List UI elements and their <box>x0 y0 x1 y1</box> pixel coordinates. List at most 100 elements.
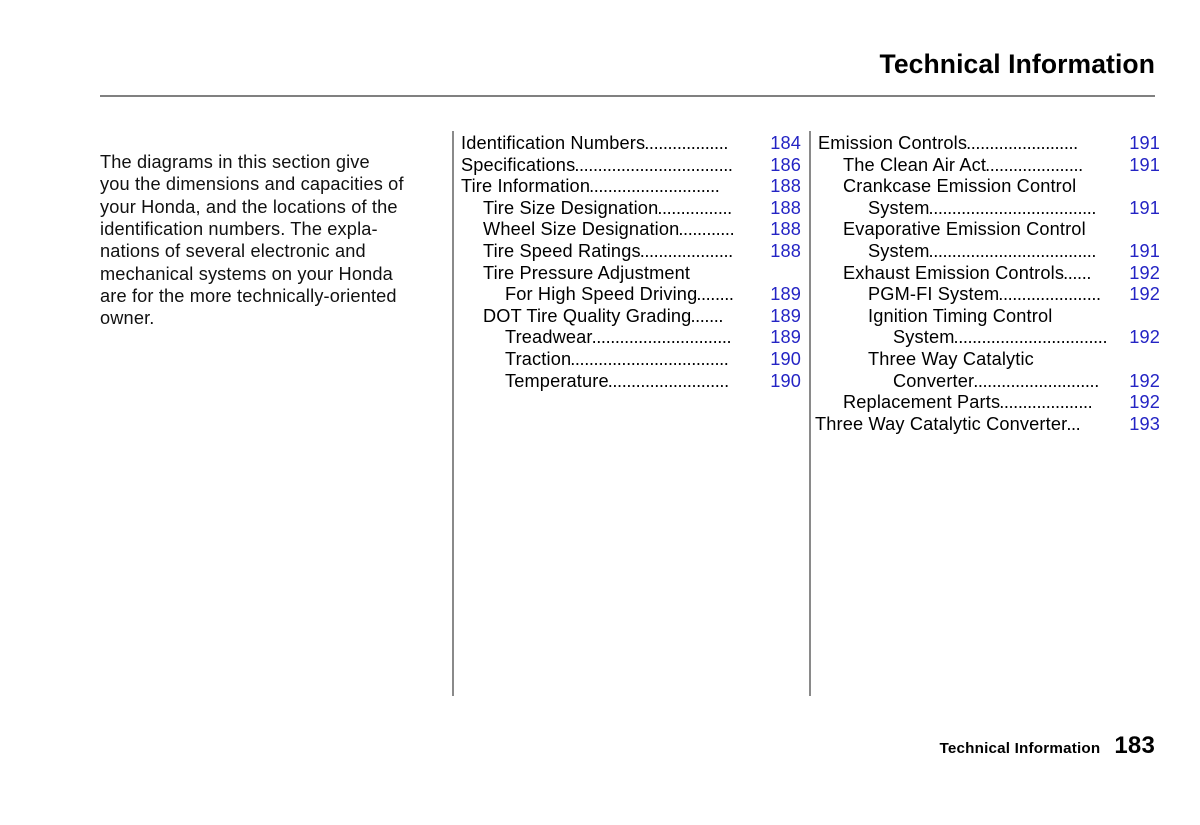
toc-entry[interactable]: Replacement Parts.................... 192 <box>818 392 1160 414</box>
toc-entry[interactable]: Temperature.......................... 190 <box>461 371 801 393</box>
toc-entry-label: Treadwear <box>505 327 593 348</box>
toc-entry-page-number: 191 <box>1129 197 1160 218</box>
toc-entry[interactable]: For High Speed Driving........ 189 <box>461 284 801 306</box>
toc-column-first: Identification Numbers..................… <box>461 133 801 392</box>
toc-entry-page-number: 192 <box>1129 262 1160 283</box>
toc-entry[interactable]: Tire Size Designation................ 188 <box>461 198 801 220</box>
toc-entry-label: PGM-FI System <box>868 284 1000 305</box>
toc-list: Identification Numbers..................… <box>461 133 801 392</box>
toc-entry-label: DOT Tire Quality Grading <box>483 305 692 326</box>
toc-entry-page-number: 191 <box>1129 240 1160 261</box>
toc-entry-page-number: 188 <box>770 176 801 197</box>
toc-entry[interactable]: Tire Pressure Adjustment <box>461 263 801 285</box>
toc-entry[interactable]: System..................................… <box>818 198 1160 220</box>
toc-column-second: Emission Controls.......................… <box>815 133 1160 436</box>
toc-dot-leader: ...................... <box>998 284 1101 305</box>
toc-entry-label: Specifications <box>461 154 576 175</box>
toc-dot-leader: ................ <box>657 197 732 218</box>
toc-entry-label: Tire Pressure Adjustment <box>483 262 691 283</box>
toc-entry-label: System <box>868 240 930 261</box>
toc-entry-label: Wheel Size Designation <box>483 219 680 240</box>
toc-dot-leader: ........ <box>696 284 734 305</box>
toc-entry[interactable]: DOT Tire Quality Grading....... 189 <box>461 306 801 328</box>
toc-dot-leader: .................. <box>644 133 729 153</box>
page-title: Technical Information <box>879 49 1155 79</box>
toc-entry-label: Exhaust Emission Controls <box>843 262 1065 283</box>
toc-entry-label: Tire Size Designation <box>483 197 659 218</box>
footer-page-number: 183 <box>1114 732 1155 759</box>
intro-paragraph: The diagrams in this section give you th… <box>100 152 404 329</box>
toc-dot-leader: ...... <box>1063 262 1091 283</box>
toc-entry[interactable]: System..................................… <box>818 241 1160 263</box>
toc-entry-label: Three Way Catalytic Converter <box>815 413 1068 434</box>
toc-entry-label: Emission Controls <box>818 133 968 153</box>
footer-content: Technical Information 183 <box>939 732 1155 760</box>
toc-entry-page-number: 189 <box>770 305 801 326</box>
toc-dot-leader: ............ <box>678 219 735 240</box>
toc-entry[interactable]: Specifications..........................… <box>461 155 801 177</box>
toc-entry-label: Identification Numbers <box>461 133 646 153</box>
toc-entry[interactable]: Evaporative Emission Control <box>818 219 1160 241</box>
toc-entry-label: The Clean Air Act <box>843 154 987 175</box>
toc-entry-label: Tire Information <box>461 176 591 197</box>
toc-entry[interactable]: Tire Information........................… <box>461 176 801 198</box>
toc-dot-leader: .............................. <box>591 327 732 348</box>
toc-entry[interactable]: System................................. 1… <box>818 327 1160 349</box>
toc-dot-leader: ............................ <box>589 176 720 197</box>
toc-entry-page-number: 192 <box>1129 392 1160 413</box>
toc-entry[interactable]: Ignition Timing Control <box>818 306 1160 328</box>
toc-entry-page-number: 188 <box>770 219 801 240</box>
toc-dot-leader: ................................. <box>953 327 1108 348</box>
toc-entry-page-number: 191 <box>1129 154 1160 175</box>
toc-dot-leader: .................................... <box>928 240 1097 261</box>
toc-entry-label: System <box>893 327 955 348</box>
toc-entry-label: Temperature <box>505 370 609 391</box>
toc-entry-page-number: 189 <box>770 284 801 305</box>
toc-dot-leader: ....... <box>690 305 724 326</box>
toc-entry-page-number: 188 <box>770 240 801 261</box>
toc-dot-leader: .......................... <box>607 370 729 391</box>
toc-entry-page-number: 190 <box>770 348 801 369</box>
toc-entry[interactable]: Converter........................... 192 <box>818 371 1160 393</box>
toc-dot-leader: .................... <box>999 392 1093 413</box>
toc-entry[interactable]: Crankcase Emission Control <box>818 176 1160 198</box>
toc-entry-page-number: 184 <box>770 133 801 153</box>
toc-entry[interactable]: PGM-FI System...................... 192 <box>818 284 1160 306</box>
toc-dot-leader: ... <box>1066 413 1081 434</box>
toc-dot-leader: ........................ <box>966 133 1078 153</box>
toc-entry-page-number: 192 <box>1129 284 1160 305</box>
toc-entry[interactable]: Treadwear.............................. 1… <box>461 327 801 349</box>
toc-entry-label: Traction <box>505 348 572 369</box>
toc-entry[interactable]: Wheel Size Designation............ 188 <box>461 219 801 241</box>
toc-entry-label: Converter <box>893 370 975 391</box>
toc-list: Emission Controls.......................… <box>815 133 1160 436</box>
toc-entry-label: Three Way Catalytic <box>868 348 1034 369</box>
toc-entry-label: System <box>868 197 930 218</box>
toc-entry-page-number: 189 <box>770 327 801 348</box>
column-divider-left <box>452 131 454 696</box>
toc-entry-page-number: 190 <box>770 370 801 391</box>
toc-dot-leader: ..................... <box>985 154 1083 175</box>
toc-entry-page-number: 188 <box>770 197 801 218</box>
toc-entry-page-number: 191 <box>1129 133 1160 153</box>
column-divider-right <box>809 131 811 696</box>
toc-entry[interactable]: Three Way Catalytic Converter... 193 <box>815 414 1160 436</box>
toc-dot-leader: .................................... <box>928 197 1097 218</box>
toc-entry-label: Tire Speed Ratings <box>483 240 641 261</box>
toc-entry[interactable]: The Clean Air Act..................... 19… <box>818 155 1160 177</box>
intro-column: The diagrams in this section give you th… <box>100 133 440 348</box>
toc-entry[interactable]: Three Way Catalytic <box>818 349 1160 371</box>
toc-entry-label: Crankcase Emission Control <box>843 176 1077 197</box>
toc-dot-leader: .................................. <box>570 348 729 369</box>
toc-entry[interactable]: Traction................................… <box>461 349 801 371</box>
toc-entry-page-number: 192 <box>1129 370 1160 391</box>
header-horizontal-rule <box>100 95 1155 97</box>
toc-entry[interactable]: Identification Numbers..................… <box>461 133 801 155</box>
toc-dot-leader: .................... <box>639 240 733 261</box>
toc-entry-label: Evaporative Emission Control <box>843 219 1086 240</box>
toc-entry[interactable]: Exhaust Emission Controls...... 192 <box>818 263 1160 285</box>
toc-entry[interactable]: Emission Controls.......................… <box>818 133 1160 155</box>
toc-dot-leader: ........................... <box>973 370 1099 391</box>
page-footer: Technical Information 183 <box>100 732 1155 760</box>
toc-entry[interactable]: Tire Speed Ratings.................... 18… <box>461 241 801 263</box>
